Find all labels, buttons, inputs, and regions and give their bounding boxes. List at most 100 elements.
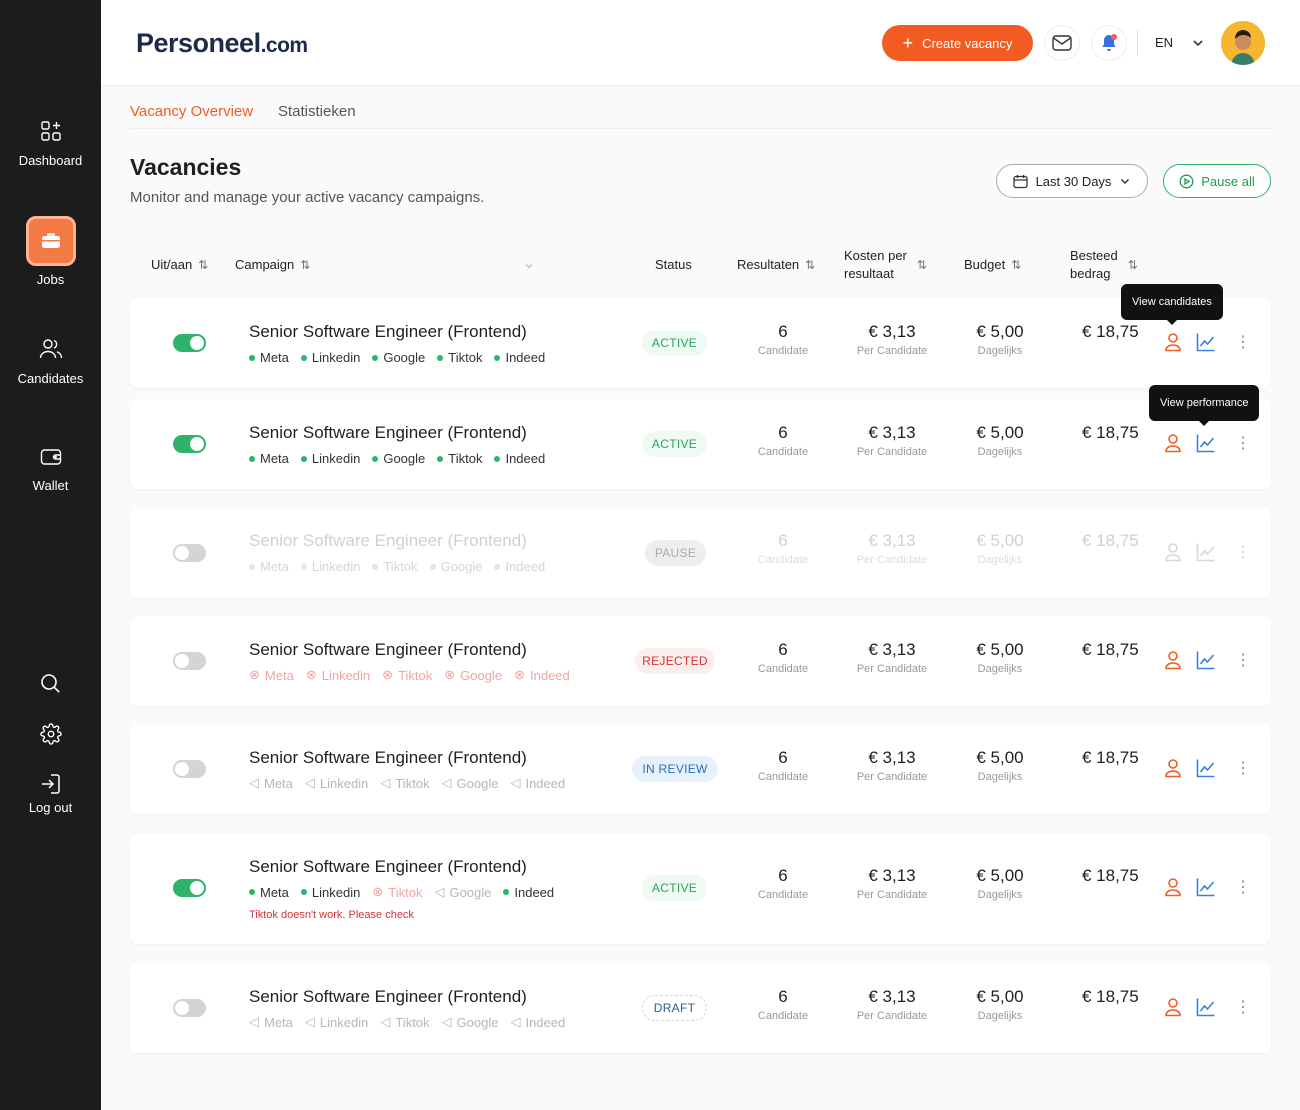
campaign-title[interactable]: Senior Software Engineer (Frontend) xyxy=(249,748,527,768)
user-avatar[interactable] xyxy=(1221,21,1265,65)
cost-sub: Per Candidate xyxy=(856,889,928,901)
user-icon[interactable] xyxy=(1164,877,1182,897)
sidebar-item-jobs[interactable]: Jobs xyxy=(0,216,101,287)
campaign-toggle[interactable] xyxy=(173,879,206,897)
channel-indeed: ◁ Indeed xyxy=(510,775,565,791)
sidebar-logout-button[interactable]: Log out xyxy=(0,773,101,815)
sidebar-item-label: Dashboard xyxy=(18,153,83,168)
chart-icon[interactable] xyxy=(1196,758,1216,778)
more-options-icon[interactable]: ⋮ xyxy=(1235,332,1251,352)
more-options-icon[interactable]: ⋮ xyxy=(1235,542,1251,562)
column-header-spent[interactable]: Besteed bedrag ⇅ xyxy=(1070,247,1138,283)
user-icon[interactable] xyxy=(1164,542,1182,562)
results-cell: 6 Candidate xyxy=(738,987,828,1022)
channel-linkedin: Linkedin xyxy=(300,350,360,365)
campaign-toggle[interactable] xyxy=(173,999,206,1017)
table-row[interactable]: Senior Software Engineer (Frontend) ◁ Met… xyxy=(130,724,1271,814)
table-row[interactable]: Senior Software Engineer (Frontend) Meta… xyxy=(130,834,1271,944)
chart-icon[interactable] xyxy=(1196,332,1216,352)
brand-logo[interactable]: Personeel.com xyxy=(136,28,308,59)
budget-value: € 5,00 xyxy=(976,748,1024,767)
notifications-button[interactable] xyxy=(1091,25,1127,61)
channel-label: Indeed xyxy=(505,451,546,466)
campaign-toggle[interactable] xyxy=(173,544,206,562)
channel-label: Indeed xyxy=(505,559,546,574)
more-options-icon[interactable]: ⋮ xyxy=(1235,433,1251,453)
chevron-down-icon[interactable] xyxy=(524,261,534,271)
messages-button[interactable] xyxy=(1044,25,1080,61)
user-icon[interactable] xyxy=(1164,332,1182,352)
channel-linkedin: Linkedin xyxy=(300,884,360,900)
tab-vacancy-overview[interactable]: Vacancy Overview xyxy=(130,103,253,120)
channel-linkedin: ⊗ Linkedin xyxy=(306,667,370,683)
cost-cell: € 3,13 Per Candidate xyxy=(842,748,942,783)
more-options-icon[interactable]: ⋮ xyxy=(1235,758,1251,778)
send-icon: ◁ xyxy=(510,1014,521,1029)
language-selector[interactable]: EN xyxy=(1155,35,1173,50)
campaign-title[interactable]: Senior Software Engineer (Frontend) xyxy=(249,857,527,877)
sidebar-item-candidates[interactable]: Candidates xyxy=(0,338,101,386)
chart-icon[interactable] xyxy=(1196,997,1216,1017)
sidebar-settings-button[interactable] xyxy=(0,723,101,748)
results-sub: Candidate xyxy=(757,889,809,901)
sidebar-item-dashboard[interactable]: Dashboard xyxy=(0,120,101,168)
more-options-icon[interactable]: ⋮ xyxy=(1235,997,1251,1017)
campaign-toggle[interactable] xyxy=(173,334,206,352)
user-icon[interactable] xyxy=(1164,758,1182,778)
chevron-down-icon[interactable] xyxy=(1191,36,1205,50)
channel-label: Meta xyxy=(260,451,289,466)
channel-meta: Meta xyxy=(249,350,289,365)
chart-icon[interactable] xyxy=(1196,877,1216,897)
send-icon: ◁ xyxy=(441,775,452,790)
table-row[interactable]: Senior Software Engineer (Frontend) Meta… xyxy=(130,399,1271,489)
channel-indeed: Indeed xyxy=(494,451,545,466)
channel-label: Linkedin xyxy=(321,667,371,683)
status-badge: ACTIVE xyxy=(642,330,707,356)
campaign-title[interactable]: Senior Software Engineer (Frontend) xyxy=(249,531,527,551)
channel-linkedin: Linkedin xyxy=(300,559,360,574)
date-range-dropdown[interactable]: Last 30 Days xyxy=(996,164,1148,198)
sidebar-search-button[interactable] xyxy=(0,673,101,697)
error-circle-icon: ⊗ xyxy=(514,667,525,682)
column-header-label: Budget xyxy=(964,257,1006,272)
channel-indeed: Indeed xyxy=(494,559,545,574)
campaign-title[interactable]: Senior Software Engineer (Frontend) xyxy=(249,423,527,443)
chart-icon[interactable] xyxy=(1196,650,1216,670)
table-row[interactable]: Senior Software Engineer (Frontend) ◁ Met… xyxy=(130,963,1271,1053)
column-header-cost[interactable]: Kosten per resultaat ⇅ xyxy=(844,247,927,283)
table-row[interactable]: Senior Software Engineer (Frontend) Meta… xyxy=(130,298,1271,388)
campaign-toggle[interactable] xyxy=(173,652,206,670)
channel-list: Meta Linkedin Google Tiktok Indeed xyxy=(249,451,545,466)
cost-cell: € 3,13 Per Candidate xyxy=(842,423,942,458)
campaign-title[interactable]: Senior Software Engineer (Frontend) xyxy=(249,987,527,1007)
channel-tiktok: ◁ Tiktok xyxy=(380,1014,429,1030)
create-vacancy-button[interactable]: + Create vacancy xyxy=(882,25,1033,61)
more-options-icon[interactable]: ⋮ xyxy=(1235,650,1251,670)
channel-meta: Meta xyxy=(249,451,289,466)
table-row[interactable]: Senior Software Engineer (Frontend) ⊗ Met… xyxy=(130,616,1271,706)
budget-sub: Dagelijks xyxy=(977,1010,1023,1022)
pause-all-button[interactable]: Pause all xyxy=(1163,164,1271,198)
budget-value: € 5,00 xyxy=(976,987,1024,1006)
user-icon[interactable] xyxy=(1164,650,1182,670)
column-header-toggle[interactable]: Uit/aan ⇅ xyxy=(151,256,208,274)
campaign-title[interactable]: Senior Software Engineer (Frontend) xyxy=(249,322,527,342)
campaign-toggle[interactable] xyxy=(173,435,206,453)
campaign-title[interactable]: Senior Software Engineer (Frontend) xyxy=(249,640,527,660)
sidebar-item-wallet[interactable]: Wallet xyxy=(0,447,101,493)
channel-label: Google xyxy=(456,1014,499,1030)
chart-icon[interactable] xyxy=(1196,433,1216,453)
create-vacancy-label: Create vacancy xyxy=(922,35,1013,51)
column-header-campaign[interactable]: Campaign ⇅ xyxy=(235,256,310,274)
table-row[interactable]: Senior Software Engineer (Frontend) Meta… xyxy=(130,508,1271,598)
tab-statistieken[interactable]: Statistieken xyxy=(278,103,356,120)
column-header-line: Besteed xyxy=(1070,248,1118,263)
campaign-toggle[interactable] xyxy=(173,760,206,778)
chart-icon[interactable] xyxy=(1196,542,1216,562)
user-icon[interactable] xyxy=(1164,997,1182,1017)
column-header-budget[interactable]: Budget ⇅ xyxy=(964,256,1021,274)
column-header-results[interactable]: Resultaten ⇅ xyxy=(737,256,815,274)
user-icon[interactable] xyxy=(1164,433,1182,453)
page-subtitle: Monitor and manage your active vacancy c… xyxy=(130,189,485,206)
more-options-icon[interactable]: ⋮ xyxy=(1235,877,1251,897)
